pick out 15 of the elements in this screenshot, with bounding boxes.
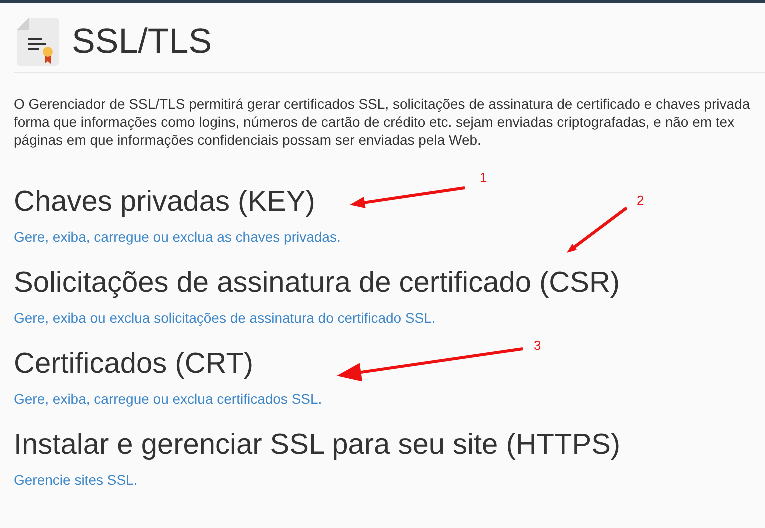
annotation-number: 3 <box>534 338 542 353</box>
annotation-number: 1 <box>480 170 488 185</box>
annotation-arrow <box>567 206 628 253</box>
page-title: SSL/TLS <box>72 22 212 62</box>
intro-paragraph: O Gerenciador de SSL/TLS permitirá gerar certificados SSL, solicitações de assinatura de certificado e chaves privada forma que informações como logins, números de cartão de crédito etc. sejam enviadas criptografadas, e não em tex páginas em que informações confidenciais possam ser enviadas pela Web. <box>14 95 750 149</box>
section-heading: Solicitações de assinatura de certificado (CSR) <box>14 266 620 300</box>
section-link[interactable]: Gere, exiba, carregue ou exclua certificados SSL. <box>14 391 322 407</box>
section-link[interactable]: Gerencie sites SSL. <box>14 472 138 488</box>
section-link[interactable]: Gere, exiba ou exclua solicitações de assinatura do certificado SSL. <box>14 310 436 326</box>
section-heading: Chaves privadas (KEY) <box>14 185 316 219</box>
annotation-number: 2 <box>637 193 644 208</box>
section-heading: Certificados (CRT) <box>14 347 254 381</box>
section-link[interactable]: Gere, exiba, carregue ou exclua as chaves privadas. <box>14 229 341 245</box>
section-heading: Instalar e gerenciar SSL para seu site (HTTPS) <box>14 428 621 462</box>
certificate-document-icon <box>17 18 59 66</box>
